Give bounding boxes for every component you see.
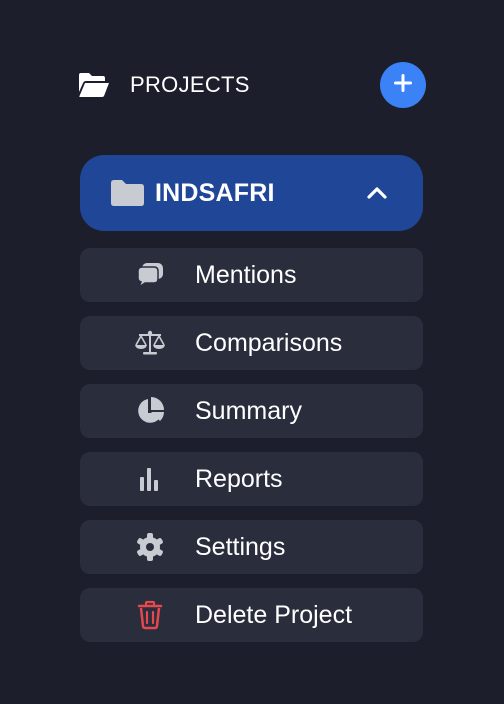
menu-item-comparisons[interactable]: Comparisons [80,316,423,370]
menu-item-label: Settings [195,533,286,561]
menu-item-label: Comparisons [195,329,343,357]
project-item-indsafri[interactable]: INDSAFRI [80,155,423,231]
menu-item-delete-project[interactable]: Delete Project [80,588,423,642]
pie-chart-icon [134,396,166,426]
menu-item-summary[interactable]: Summary [80,384,423,438]
sidebar-panel: PROJECTS INDSAFRI Mentions Comparisons S… [0,0,504,704]
add-project-button[interactable] [380,62,426,108]
folder-open-icon [78,72,110,98]
menu-item-settings[interactable]: Settings [80,520,423,574]
menu-item-reports[interactable]: Reports [80,452,423,506]
menu-item-label: Delete Project [195,601,353,629]
projects-title: PROJECTS [130,72,250,97]
menu-item-label: Mentions [195,261,297,289]
scale-icon [134,328,166,358]
projects-header: PROJECTS [78,62,426,108]
bar-chart-icon [134,464,166,494]
project-name: INDSAFRI [155,178,275,207]
plus-icon [392,72,414,99]
folder-icon [110,179,145,207]
trash-icon [134,600,166,630]
menu-item-label: Summary [195,397,302,425]
gear-icon [134,532,166,562]
chevron-up-icon[interactable] [365,181,389,205]
menu-item-label: Reports [195,465,283,493]
menu-item-mentions[interactable]: Mentions [80,248,423,302]
comments-icon [134,260,166,290]
